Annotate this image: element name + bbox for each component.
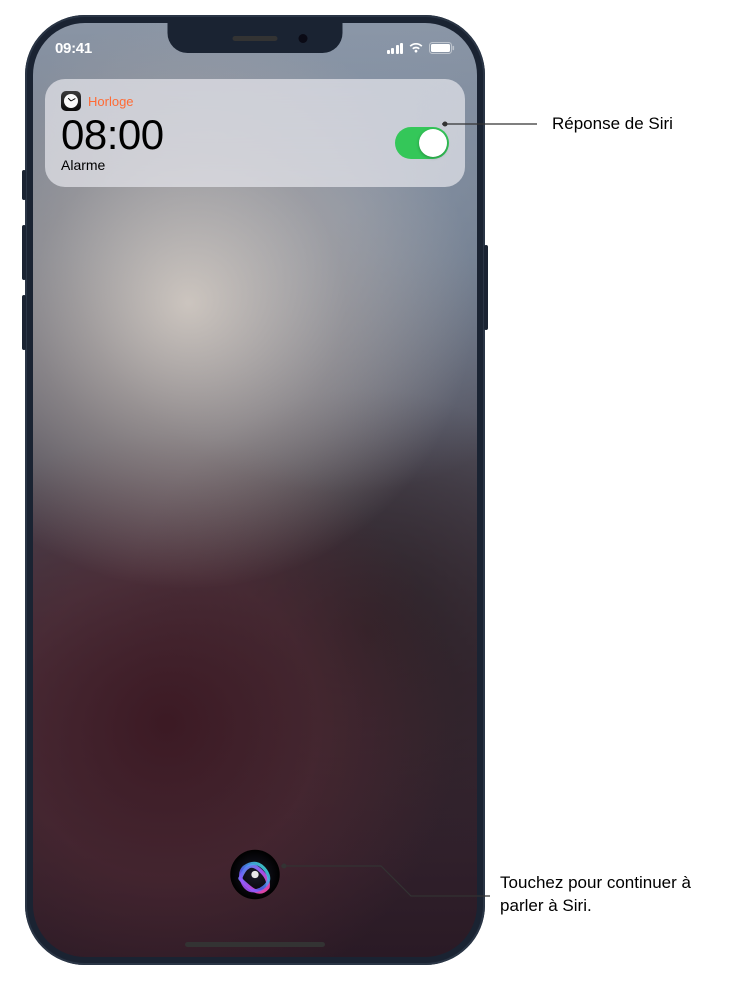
- status-time: 09:41: [55, 40, 92, 57]
- cellular-signal-icon: [387, 43, 404, 54]
- power-button: [484, 245, 488, 330]
- app-name-label: Horloge: [88, 94, 134, 109]
- iphone-device-frame: 09:41: [25, 15, 485, 965]
- notification-body: 08:00 Alarme: [61, 113, 449, 173]
- speaker-grill: [233, 36, 278, 41]
- siri-button[interactable]: [228, 847, 283, 902]
- callout-label: Réponse de Siri: [552, 113, 673, 136]
- front-camera: [299, 34, 308, 43]
- callout-siri-button: Touchez pour continuer à parler à Siri.: [281, 860, 731, 918]
- device-notch: [168, 23, 343, 53]
- alarm-time-value: 08:00: [61, 113, 164, 157]
- alarm-label: Alarme: [61, 157, 164, 173]
- notification-header: Horloge: [61, 91, 449, 111]
- silence-switch: [22, 170, 26, 200]
- callout-label: Touchez pour continuer à parler à Siri.: [500, 872, 731, 918]
- alarm-toggle[interactable]: [395, 127, 449, 159]
- status-indicators: [387, 42, 456, 54]
- notification-text: 08:00 Alarme: [61, 113, 164, 173]
- home-indicator[interactable]: [185, 942, 325, 947]
- volume-down-button: [22, 295, 26, 350]
- lock-screen: 09:41: [33, 23, 477, 957]
- battery-icon: [429, 42, 455, 54]
- wifi-icon: [408, 42, 424, 54]
- clock-app-icon: [61, 91, 81, 111]
- siri-response-card[interactable]: Horloge 08:00 Alarme: [45, 79, 465, 187]
- volume-up-button: [22, 225, 26, 280]
- callout-siri-response: Réponse de Siri: [442, 113, 732, 136]
